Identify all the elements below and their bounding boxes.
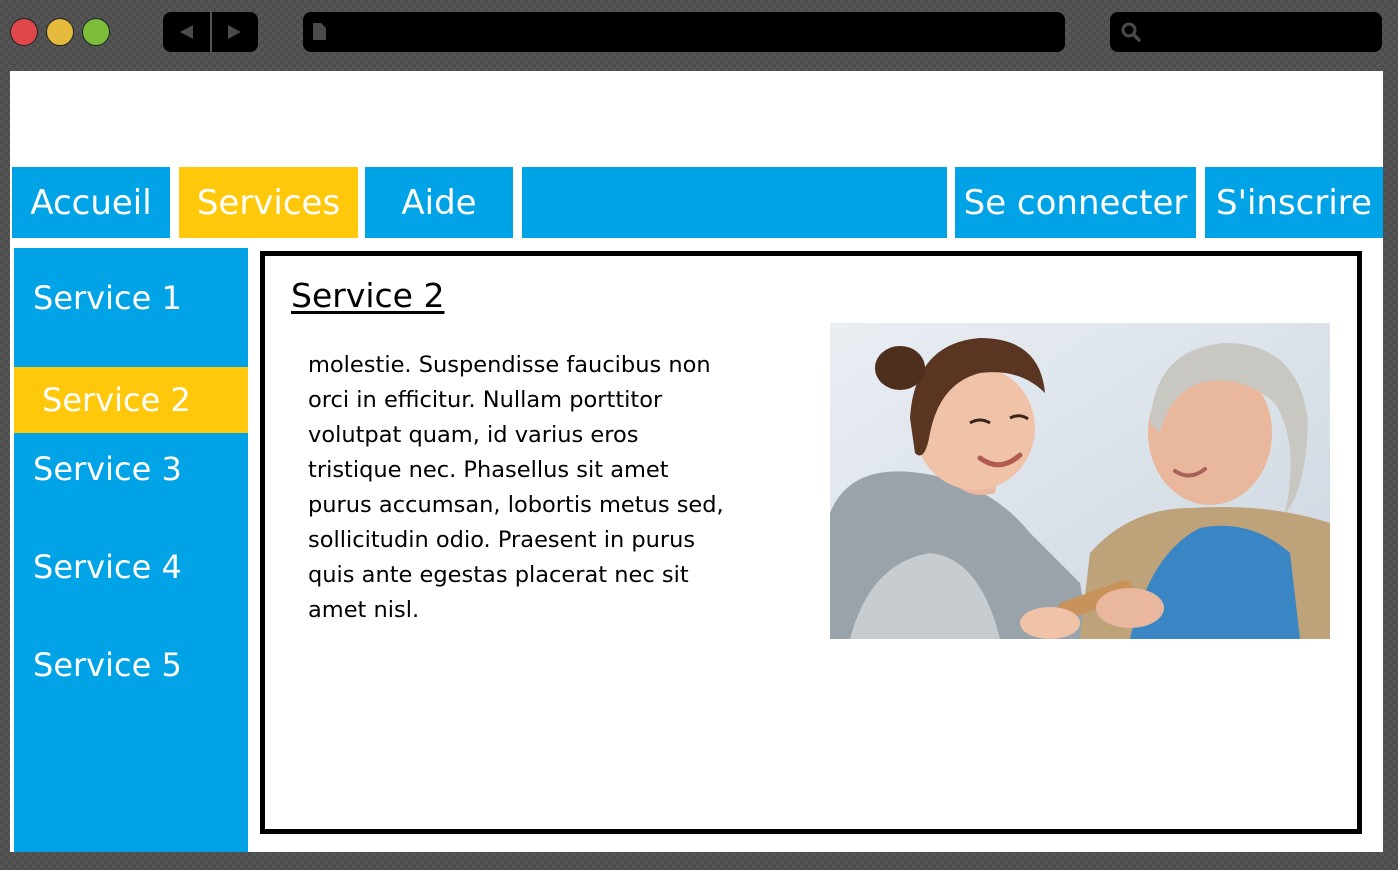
content-paragraph: molestie. Suspendisse faucibus non orci … xyxy=(308,348,748,628)
nav-aide[interactable]: Aide xyxy=(365,167,513,238)
maximize-window-icon[interactable] xyxy=(82,18,110,46)
nav-accueil[interactable]: Accueil xyxy=(12,167,170,238)
sidebar-item-service-1[interactable]: Service 1 xyxy=(14,248,248,367)
sidebar-item-service-5[interactable]: Service 5 xyxy=(14,629,248,727)
arrow-left-icon xyxy=(179,25,193,39)
arrow-right-icon xyxy=(228,25,242,39)
sidebar-item-service-4[interactable]: Service 4 xyxy=(14,531,248,629)
browser-window: Accueil Services Aide Se connecter S'ins… xyxy=(0,0,1398,870)
main-content: Service 2 molestie. Suspendisse faucibus… xyxy=(260,251,1362,834)
close-window-icon[interactable] xyxy=(10,18,38,46)
text-line: amet nisl. xyxy=(308,597,420,623)
text-line: quis ante egestas placerat nec sit xyxy=(308,562,689,588)
text-line: molestie. Suspendisse faucibus non xyxy=(308,352,711,378)
minimize-window-icon[interactable] xyxy=(46,18,74,46)
sidebar: Service 1 Service 2 Service 3 Service 4 … xyxy=(14,248,248,852)
sidebar-item-service-3[interactable]: Service 3 xyxy=(14,433,248,531)
address-bar[interactable] xyxy=(303,12,1065,52)
text-line: volutpat quam, id varius eros xyxy=(308,422,639,448)
nav-se-connecter[interactable]: Se connecter xyxy=(955,167,1196,238)
text-line: tristique nec. Phasellus sit amet xyxy=(308,457,669,483)
nav-sinscrire[interactable]: S'inscrire xyxy=(1205,167,1383,238)
forward-button[interactable] xyxy=(212,12,259,52)
history-nav xyxy=(163,12,258,52)
caregiver-photo xyxy=(830,323,1330,639)
text-line: sollicitudin odio. Praesent in purus xyxy=(308,527,696,553)
sidebar-item-service-2[interactable]: Service 2 xyxy=(14,367,248,433)
page-title: Service 2 xyxy=(291,276,445,315)
search-icon xyxy=(1121,22,1141,42)
text-line: purus accumsan, lobortis metus sed, xyxy=(308,492,724,518)
text-line: orci in efficitur. Nullam porttitor xyxy=(308,387,663,413)
search-input[interactable] xyxy=(1110,12,1382,52)
nav-services[interactable]: Services xyxy=(179,167,358,238)
page-icon xyxy=(313,23,326,40)
nav-spacer xyxy=(522,167,947,238)
back-button[interactable] xyxy=(163,12,212,52)
page-viewport: Accueil Services Aide Se connecter S'ins… xyxy=(10,71,1383,852)
